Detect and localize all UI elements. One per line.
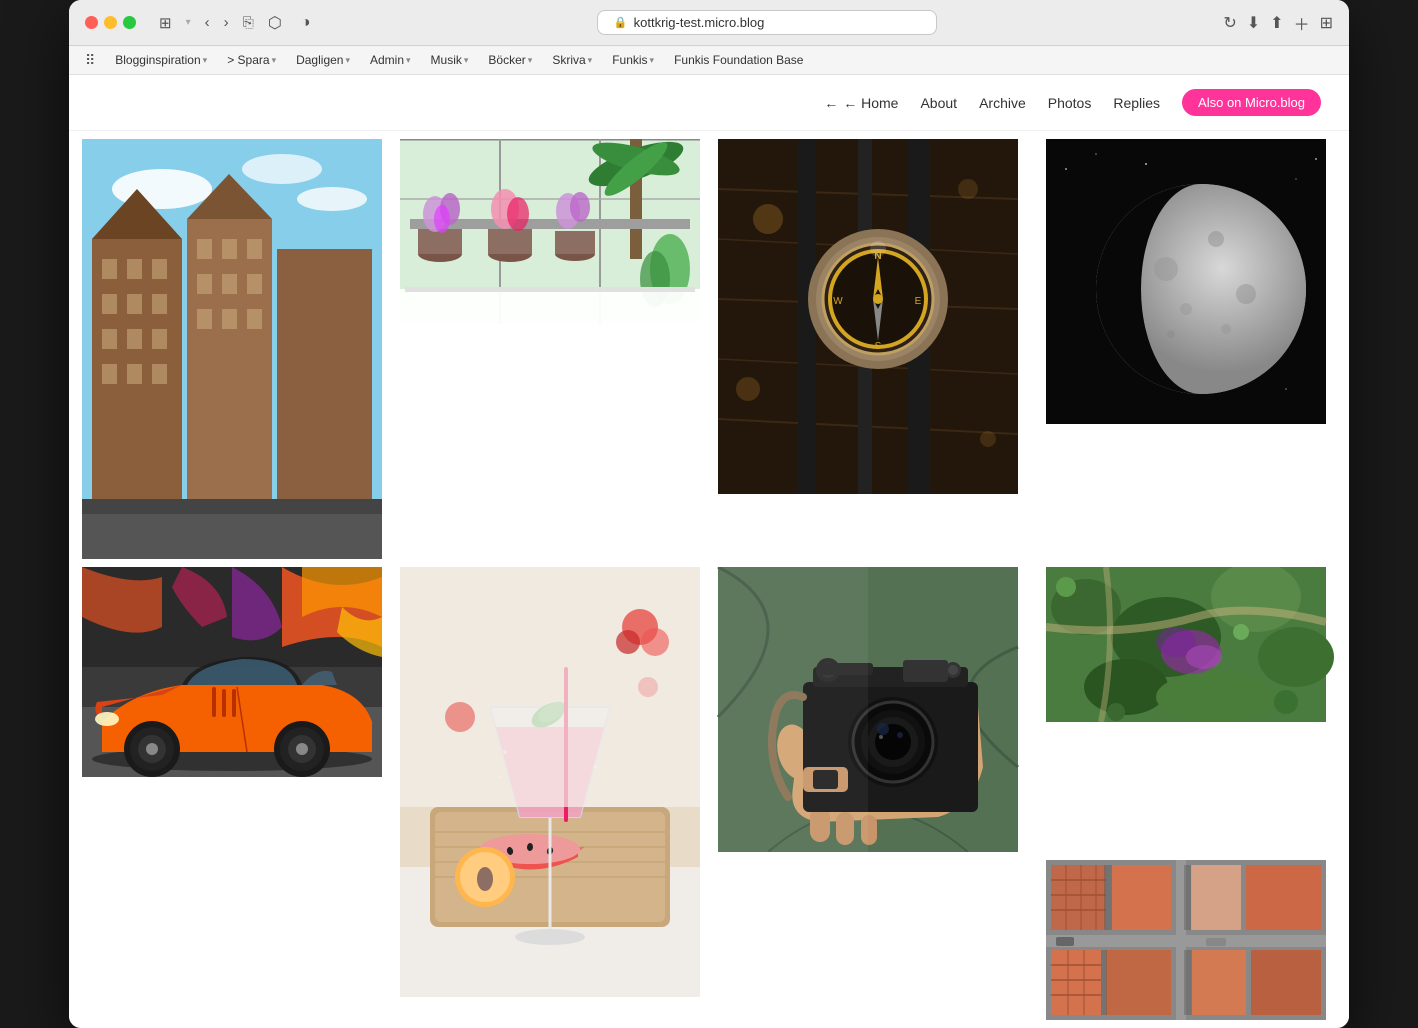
bookmark-dagligen[interactable]: Dagligen ▾ — [288, 51, 358, 69]
address-bar[interactable]: 🔒 kottkrig-test.micro.blog — [597, 10, 937, 35]
chevron-down-icon: ▾ — [650, 55, 655, 66]
share-icon[interactable]: ⬆ — [1270, 13, 1283, 33]
sidebar-toggle-icon[interactable]: ⊞ — [154, 12, 177, 34]
bookmarks-bar: ⠿ Blogginspiration ▾ > Spara ▾ Dagligen … — [69, 46, 1349, 75]
grid-view-icon[interactable]: ⊞ — [1320, 13, 1333, 33]
browser-window: ⊞ ▾ ‹ › ⎘ ⬡ ◑ 🔒 kottkrig-test.micro.blog… — [69, 0, 1349, 1028]
rss-icon[interactable]: ⎘ — [238, 12, 259, 33]
photo-moon[interactable] — [1031, 139, 1341, 424]
chevron-down-icon: ▾ — [345, 55, 350, 66]
site-nav: ← Home About Archive Photos Replies Also… — [69, 75, 1349, 131]
privacy-icon: ◑ — [301, 14, 311, 32]
bookmark-funkis[interactable]: Funkis ▾ — [604, 51, 662, 69]
extensions-icon[interactable]: ⬡ — [263, 11, 287, 35]
bookmark-skriva[interactable]: Skriva ▾ — [544, 51, 600, 69]
photo-aerial-green[interactable] — [1031, 567, 1341, 722]
chevron-down-icon: ▾ — [528, 55, 533, 66]
title-bar: ⊞ ▾ ‹ › ⎘ ⬡ ◑ 🔒 kottkrig-test.micro.blog… — [69, 0, 1349, 46]
bookmark-musik[interactable]: Musik ▾ — [423, 51, 477, 69]
divider: ▾ — [181, 15, 196, 30]
nav-replies[interactable]: Replies — [1113, 95, 1160, 111]
new-tab-icon[interactable]: ＋ — [1294, 11, 1310, 35]
also-on-microblog-button[interactable]: Also on Micro.blog — [1182, 89, 1321, 116]
svg-text:S: S — [875, 341, 882, 352]
photo-car[interactable] — [77, 567, 387, 777]
back-button[interactable]: ‹ — [200, 12, 215, 33]
forward-button[interactable]: › — [219, 12, 234, 33]
traffic-lights — [85, 16, 136, 29]
lock-icon: 🔒 — [614, 16, 628, 29]
bookmark-bocker[interactable]: Böcker ▾ — [480, 51, 540, 69]
url-text: kottkrig-test.micro.blog — [634, 15, 765, 30]
photo-greenhouse[interactable] — [395, 139, 705, 324]
download-icon[interactable]: ⬇ — [1247, 13, 1260, 33]
photo-cocktail[interactable] — [395, 567, 705, 997]
reload-icon[interactable]: ↻ — [1223, 13, 1236, 33]
chevron-down-icon: ▾ — [588, 55, 593, 66]
bookmark-spara[interactable]: > Spara ▾ — [219, 51, 284, 69]
chevron-down-icon: ▾ — [464, 55, 469, 66]
nav-photos[interactable]: Photos — [1048, 95, 1092, 111]
page-content: ← Home About Archive Photos Replies Also… — [69, 75, 1349, 1028]
photo-compass[interactable]: N S W E — [713, 139, 1023, 494]
bookmark-funkis-foundation[interactable]: Funkis Foundation Base — [666, 51, 811, 69]
chevron-down-icon: ▾ — [406, 55, 411, 66]
photo-camera[interactable]: PENTAX — [713, 567, 1023, 852]
nav-archive[interactable]: Archive — [979, 95, 1026, 111]
title-bar-right: ↻ ⬇ ⬆ ＋ ⊞ — [1223, 11, 1333, 35]
svg-text:W: W — [833, 296, 843, 307]
photo-building[interactable] — [77, 139, 387, 559]
photo-aerial-rooftops[interactable] — [1031, 860, 1341, 1020]
bookmark-blogginspiration[interactable]: Blogginspiration ▾ — [107, 51, 215, 69]
browser-controls: ⊞ ▾ ‹ › ⎘ ⬡ — [154, 11, 287, 35]
minimize-button[interactable] — [104, 16, 117, 29]
nav-about[interactable]: About — [920, 95, 957, 111]
chevron-down-icon: ▾ — [272, 55, 277, 66]
nav-home[interactable]: ← Home — [824, 95, 898, 111]
address-bar-wrapper: 🔒 kottkrig-test.micro.blog — [320, 10, 1213, 35]
close-button[interactable] — [85, 16, 98, 29]
maximize-button[interactable] — [123, 16, 136, 29]
bookmark-admin[interactable]: Admin ▾ — [362, 51, 419, 69]
photo-grid: N S W E — [69, 131, 1349, 1028]
chevron-down-icon: ▾ — [203, 55, 208, 66]
svg-text:E: E — [915, 296, 922, 307]
apps-icon[interactable]: ⠿ — [85, 52, 95, 69]
